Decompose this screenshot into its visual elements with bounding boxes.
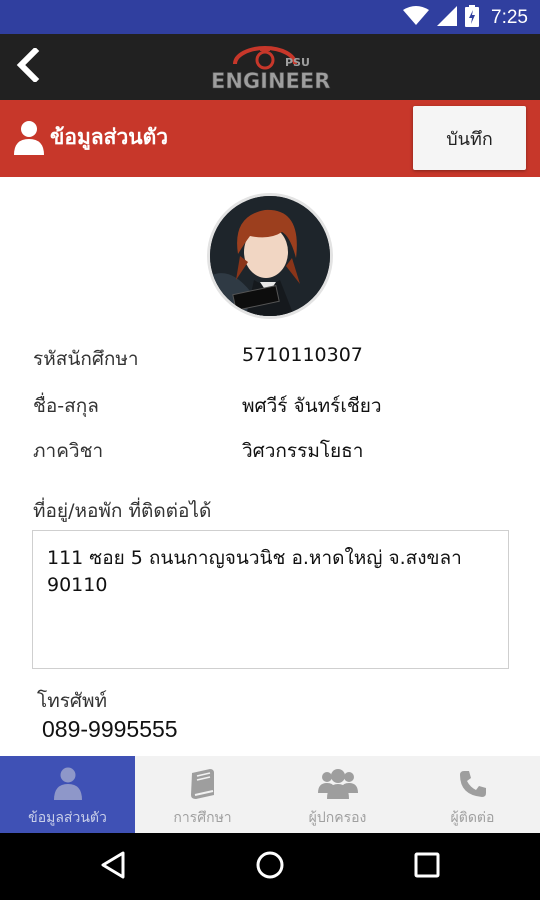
address-label: ที่อยู่/หอพัก ที่ติดต่อได้	[33, 500, 212, 522]
system-home-button[interactable]	[252, 849, 288, 885]
status-bar: 7:25	[0, 0, 540, 34]
home-circle-icon	[255, 850, 285, 884]
status-time: 7:25	[491, 7, 528, 28]
app-bar: PSU ENGINEER	[0, 34, 540, 100]
student-id-label: รหัสนักศึกษา	[33, 348, 139, 370]
recents-square-icon	[413, 851, 441, 883]
address-field[interactable]: 111 ซอย 5 ถนนกาญจนวนิช อ.หาดใหญ่ จ.สงขลา…	[32, 530, 509, 669]
status-icons: 7:25	[403, 5, 528, 31]
nav-label-contact: ผู้ติดต่อ	[450, 810, 495, 826]
nav-item-guardian[interactable]: ผู้ปกครอง	[270, 756, 405, 833]
nav-item-contact[interactable]: ผู้ติดต่อ	[405, 756, 540, 833]
system-back-button[interactable]	[95, 849, 131, 885]
section-title: ข้อมูลส่วนตัว	[50, 125, 169, 149]
chevron-left-icon	[15, 46, 41, 86]
save-button[interactable]: บันทึก	[413, 106, 526, 170]
full-name-label: ชื่อ-สกุล	[33, 395, 99, 417]
user-icon	[13, 120, 45, 156]
back-triangle-icon	[100, 850, 126, 884]
app-logo: PSU ENGINEER	[205, 42, 335, 94]
nav-label-guardian: ผู้ปกครอง	[308, 810, 367, 826]
signal-icon	[437, 6, 458, 30]
svg-text:ENGINEER: ENGINEER	[211, 69, 330, 93]
battery-icon	[465, 5, 480, 31]
user-icon	[48, 766, 88, 802]
department-value: วิศวกรรมโยธา	[242, 440, 364, 462]
wifi-icon	[403, 6, 430, 30]
full-name-value: พศวีร์ จันทร์เชียว	[242, 395, 382, 417]
system-recents-button[interactable]	[409, 849, 445, 885]
nav-label-education: การศึกษา	[173, 810, 232, 826]
bottom-nav: ข้อมูลส่วนตัว การศึกษา ผู้ปกครอง ผู้ติดต…	[0, 756, 540, 833]
phone-value[interactable]: 089-9995555	[42, 716, 178, 743]
student-id-value: 5710110307	[242, 344, 363, 366]
book-icon	[183, 766, 223, 802]
nav-label-personal-info: ข้อมูลส่วนตัว	[28, 810, 107, 826]
phone-label: โทรศัพท์	[37, 690, 108, 712]
department-label: ภาควิชา	[33, 440, 104, 462]
system-nav-bar	[0, 833, 540, 900]
back-button[interactable]	[6, 42, 50, 92]
phone-icon	[453, 766, 493, 802]
svg-text:PSU: PSU	[285, 56, 310, 69]
nav-item-education[interactable]: การศึกษา	[135, 756, 270, 833]
nav-item-personal-info[interactable]: ข้อมูลส่วนตัว	[0, 756, 135, 833]
group-icon	[317, 766, 358, 802]
avatar[interactable]	[207, 193, 333, 319]
